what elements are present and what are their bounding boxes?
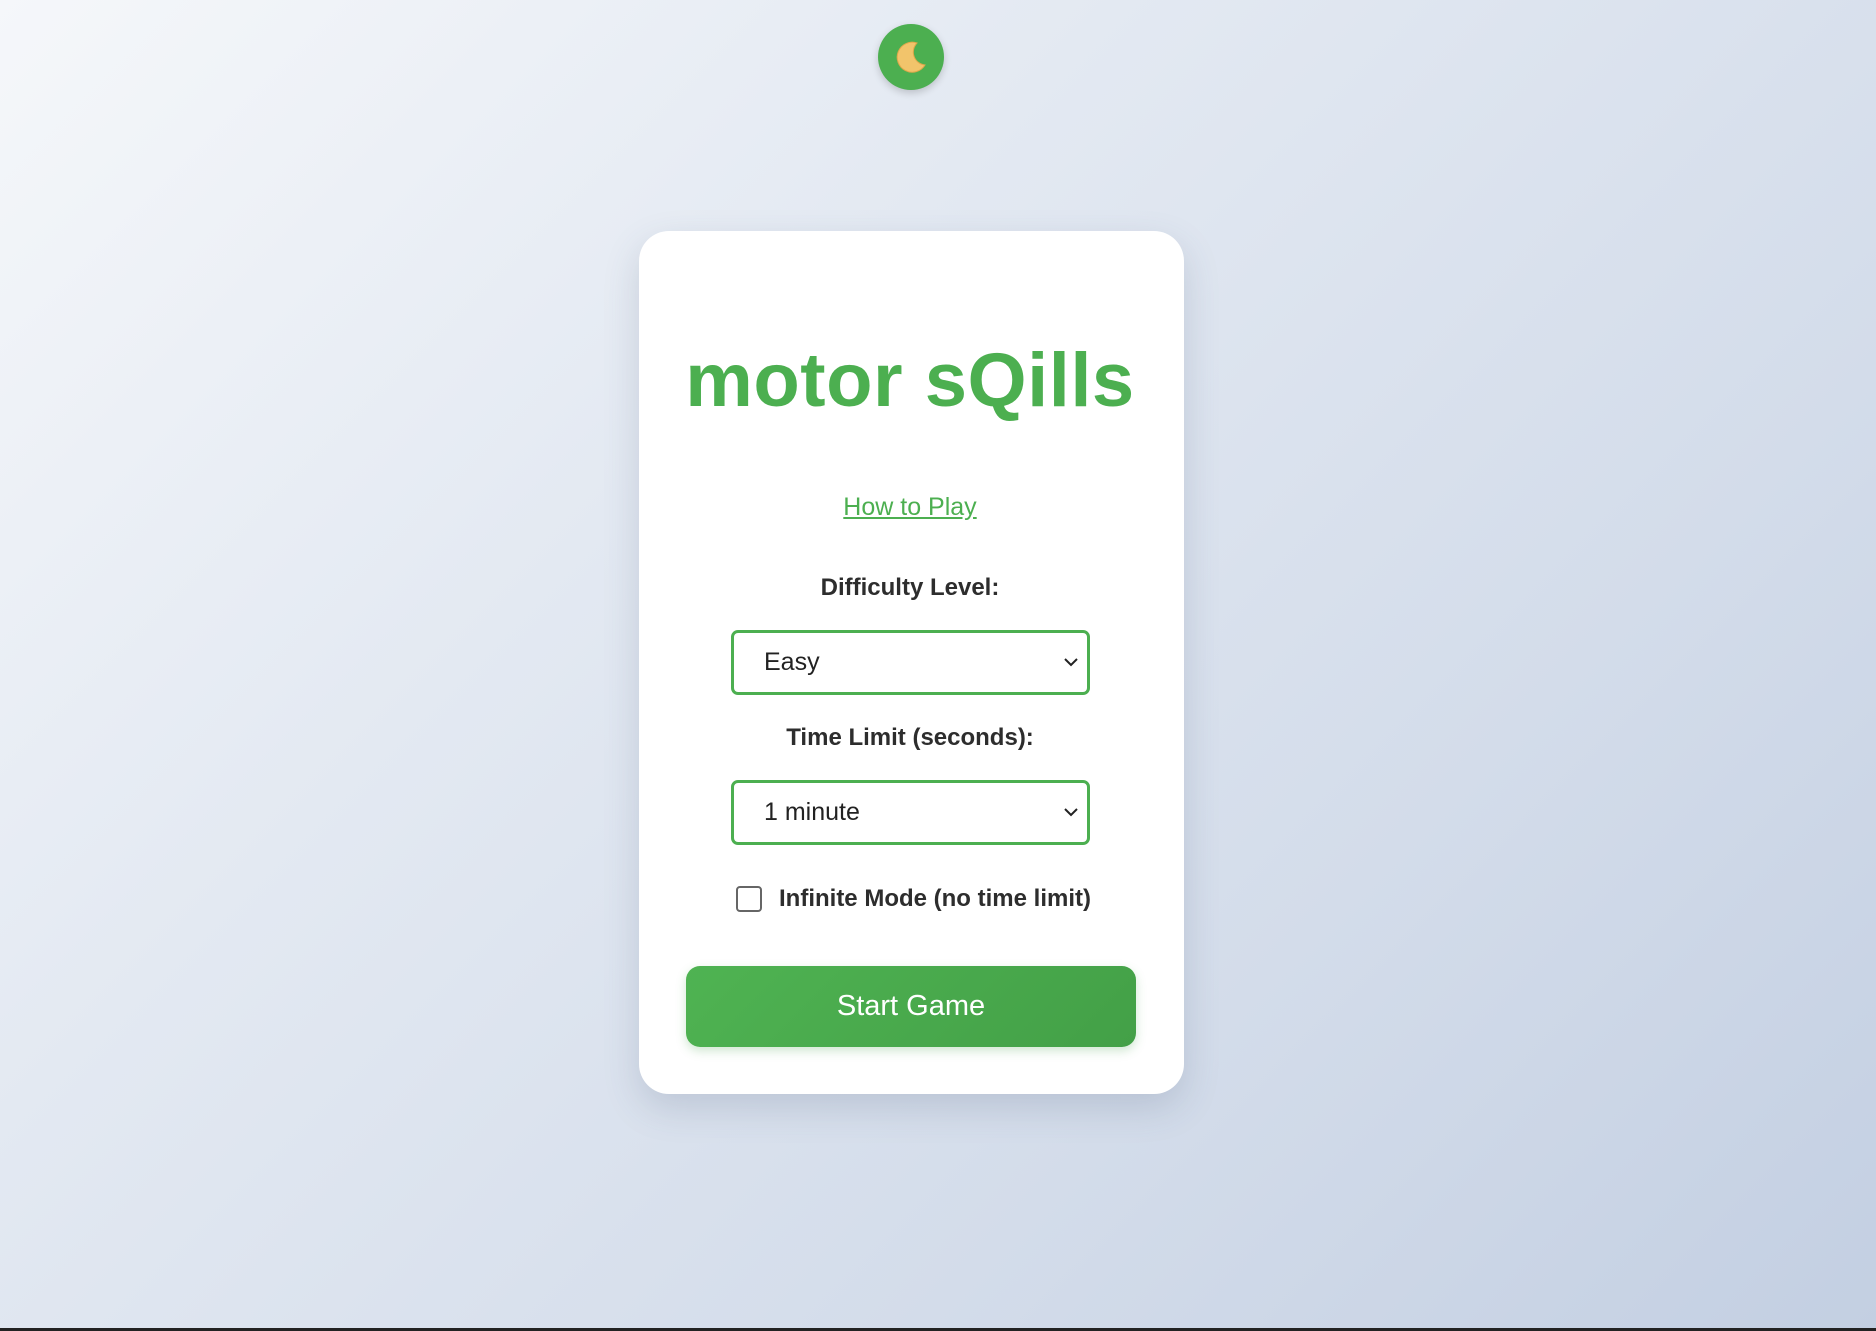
infinite-mode-label[interactable]: Infinite Mode (no time limit): [779, 883, 1091, 915]
chevron-down-icon: [1064, 808, 1078, 817]
time-limit-selected-value: 1 minute: [764, 798, 860, 826]
start-game-button[interactable]: Start Game: [686, 966, 1136, 1047]
difficulty-label: Difficulty Level:: [820, 574, 1000, 601]
chevron-down-icon: [1064, 658, 1078, 667]
infinite-mode-checkbox[interactable]: [736, 886, 762, 912]
difficulty-selected-value: Easy: [764, 648, 820, 676]
how-to-play-link[interactable]: How to Play: [0, 490, 1820, 524]
theme-toggle-button[interactable]: [878, 24, 944, 90]
page-title: motor sQills: [685, 338, 1135, 423]
crescent-moon-icon: [896, 41, 926, 73]
difficulty-select[interactable]: Easy: [731, 630, 1090, 695]
time-limit-label: Time Limit (seconds):: [786, 724, 1034, 751]
time-limit-select[interactable]: 1 minute: [731, 780, 1090, 845]
